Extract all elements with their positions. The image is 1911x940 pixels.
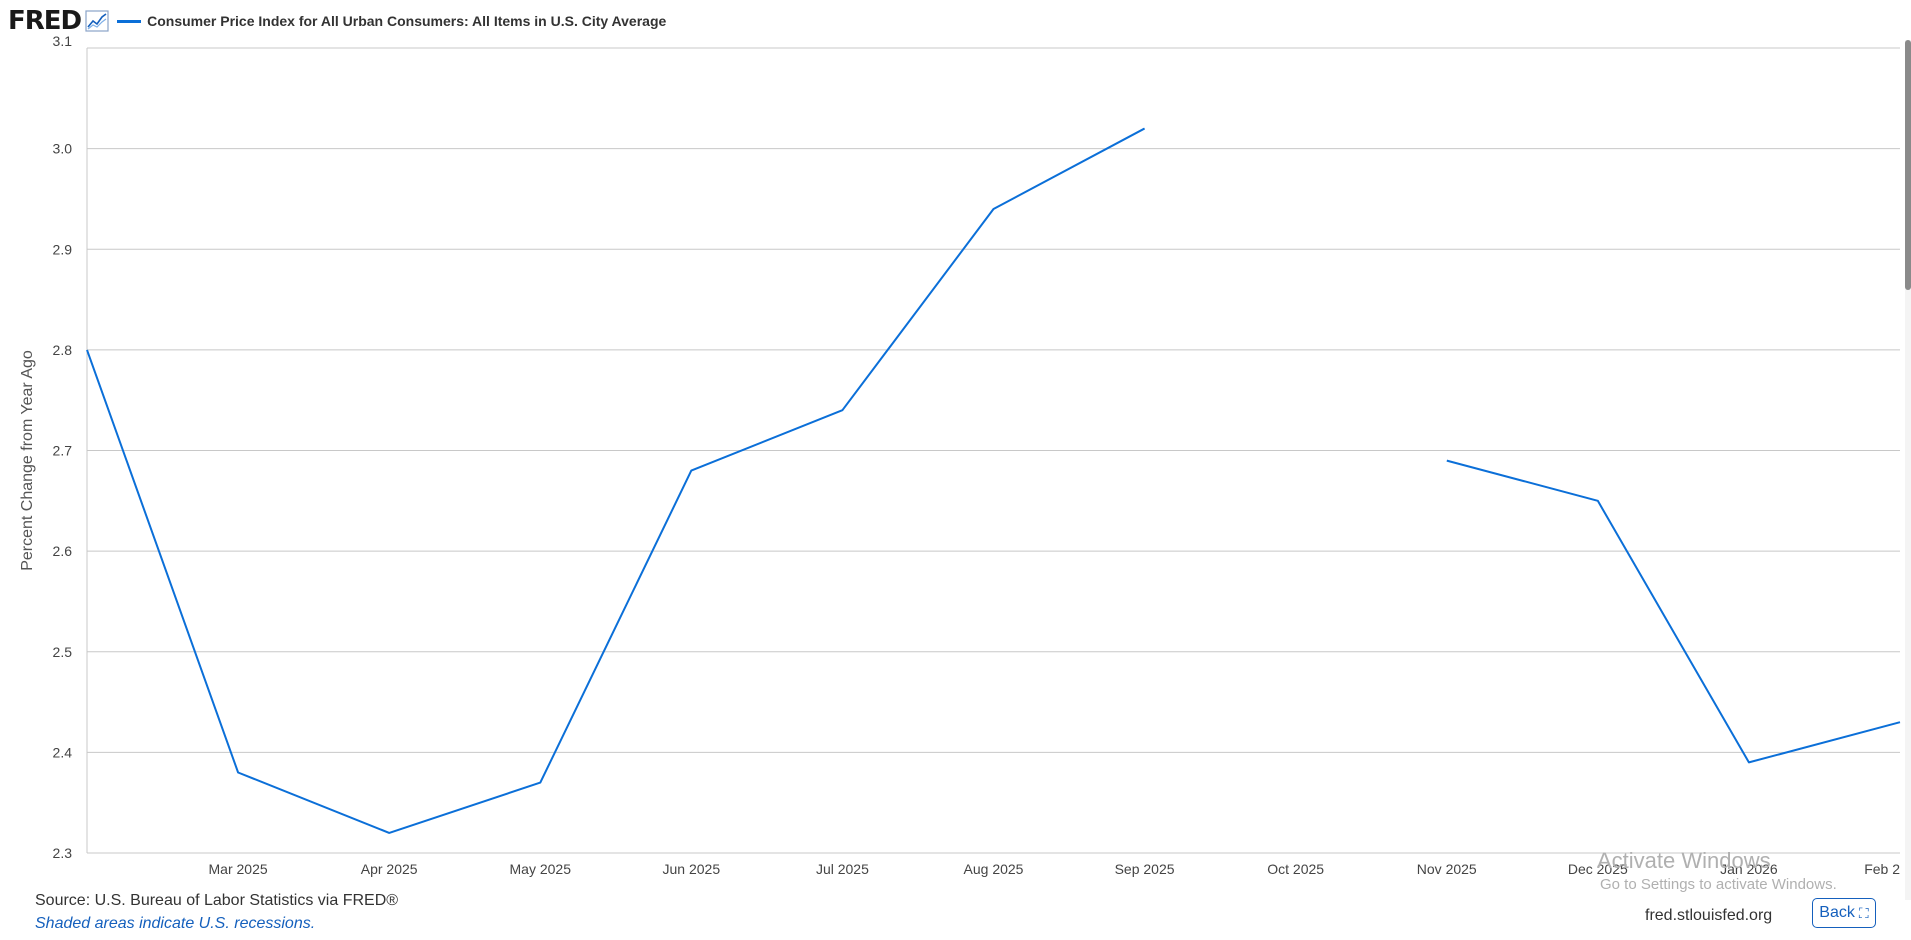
y-tick-label: 2.3 (53, 845, 73, 861)
y-tick-label: 2.7 (53, 443, 73, 459)
vertical-scrollbar[interactable] (1905, 40, 1911, 900)
x-tick-label: Jul 2025 (816, 861, 869, 877)
y-tick-label: 2.9 (53, 241, 73, 257)
y-tick-label: 2.6 (53, 543, 73, 559)
collapse-icon: ⛶ (1858, 904, 1869, 921)
y-tick-label: 3.0 (53, 141, 73, 157)
x-tick-label: May 2025 (510, 861, 572, 877)
x-tick-label: Nov 2025 (1417, 861, 1477, 877)
back-button-label: Back (1819, 904, 1855, 921)
series-line (86, 127, 1146, 834)
y-tick-label: 2.5 (53, 644, 73, 660)
back-button[interactable]: Back ⛶ (1812, 898, 1876, 928)
source-note: Source: U.S. Bureau of Labor Statistics … (35, 892, 399, 909)
line-chart: 2.3 2.4 2.5 2.6 2.7 2.8 2.9 3.0 3.1 Mar 2025 Apr … (19, 33, 1901, 877)
x-tick-label: Feb 2 (1864, 861, 1900, 877)
y-tick-label: 2.8 (53, 342, 73, 358)
grid-lines (86, 47, 1900, 854)
x-tick-label: Oct 2025 (1267, 861, 1324, 877)
activate-windows-hint: Go to Settings to activate Windows. (1600, 876, 1837, 893)
x-tick-label: Apr 2025 (361, 861, 418, 877)
y-axis-ticks: 2.3 2.4 2.5 2.6 2.7 2.8 2.9 3.0 3.1 (53, 33, 73, 861)
x-tick-label: Jun 2025 (663, 861, 721, 877)
scrollbar-thumb[interactable] (1905, 40, 1911, 290)
x-tick-label: Mar 2025 (209, 861, 268, 877)
site-url[interactable]: fred.stlouisfed.org (1645, 907, 1772, 925)
y-axis-title: Percent Change from Year Ago (19, 350, 36, 571)
x-tick-label: Aug 2025 (964, 861, 1024, 877)
y-tick-label: 2.4 (53, 744, 73, 760)
recession-note[interactable]: Shaded areas indicate U.S. recessions. (35, 915, 315, 933)
series-line (1446, 459, 1901, 764)
y-tick-label: 3.1 (53, 33, 73, 49)
x-tick-label: Sep 2025 (1115, 861, 1175, 877)
series-lines (86, 127, 1901, 834)
activate-windows-title: Activate Windows (1597, 848, 1771, 873)
